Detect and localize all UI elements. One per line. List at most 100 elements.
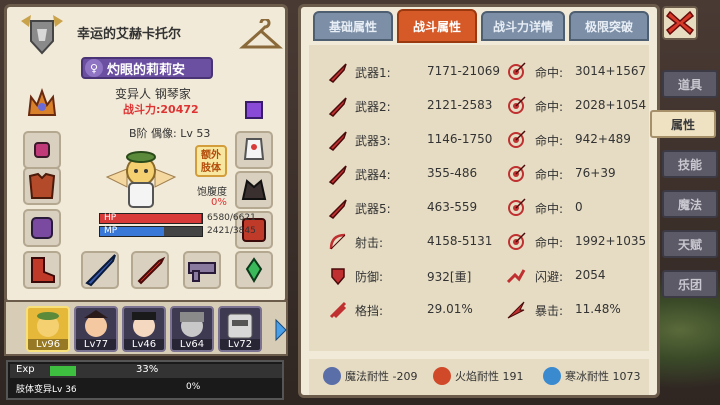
side-item-attributes[interactable]: 属性 xyxy=(650,110,716,138)
equip-slot-charm[interactable] xyxy=(235,251,273,289)
stat-value-secondary: 942+489 xyxy=(575,132,631,146)
equip-slot-weapon3[interactable] xyxy=(183,251,221,289)
tab-power-details[interactable]: 战斗力详情 xyxy=(481,11,565,41)
equip-slot-helmet[interactable] xyxy=(23,85,61,123)
target-icon xyxy=(508,130,526,148)
hero-sprite xyxy=(105,151,177,208)
equip-slot-armor[interactable] xyxy=(23,167,61,205)
target-icon xyxy=(508,164,526,182)
combat-power: 战斗力:20472 xyxy=(123,103,199,116)
stat-name: 武器1: xyxy=(355,66,391,80)
armor-icon xyxy=(28,172,56,199)
side-item-magic[interactable]: 魔法 xyxy=(662,190,718,218)
equip-slot-gloves[interactable] xyxy=(23,209,61,247)
stat-row: 防御: 932[重] 闪避: 2054 xyxy=(309,261,649,291)
stats-panel: 基础属性 战斗属性 战斗力详情 极限突破 武器1: 7171-21069 命中: 30… xyxy=(298,4,660,398)
block-icon xyxy=(329,301,347,319)
equip-slot-boots[interactable] xyxy=(23,251,61,289)
team-member-level: Lv77 xyxy=(76,339,116,350)
resist-ice: 寒冰耐性 1073 xyxy=(543,367,641,385)
mp-value: 2421/3845 xyxy=(207,226,256,236)
fire-icon xyxy=(433,367,451,385)
stat-row: 武器3: 1146-1750 命中: 942+489 xyxy=(309,125,649,155)
team-member-level: Lv46 xyxy=(124,339,164,350)
stat-value: 355-486 xyxy=(427,166,478,180)
mp-label: MP xyxy=(104,226,118,236)
stat-value-secondary: 2028+1054 xyxy=(575,98,647,112)
stat-name-secondary: 命中: xyxy=(535,134,564,148)
portrait-2-icon xyxy=(84,310,108,337)
team-member-2[interactable]: Lv77 xyxy=(74,306,118,352)
character-name-plate: ♀ 灼眼的莉莉安 xyxy=(81,57,213,79)
potion-charm-icon xyxy=(245,257,263,283)
team-member-level: Lv64 xyxy=(172,339,212,350)
stat-name: 武器5: xyxy=(355,202,391,216)
resist-magic: 魔法耐性 -209 xyxy=(323,367,417,385)
equip-slot-amulet[interactable] xyxy=(23,131,61,169)
side-item-items[interactable]: 道具 xyxy=(662,70,718,98)
side-item-talent[interactable]: 天赋 xyxy=(662,230,718,258)
character-name: 灼眼的莉莉安 xyxy=(107,62,186,78)
tab-combat-attributes[interactable]: 战斗属性 xyxy=(397,9,477,43)
necklace-icon xyxy=(34,142,50,158)
dodge-icon xyxy=(506,269,526,284)
stat-value-secondary: 11.48% xyxy=(575,302,621,316)
mp-bar: MP 2421/3845 xyxy=(99,226,256,237)
team-member-4[interactable]: Lv64 xyxy=(170,306,214,352)
red-sword-icon xyxy=(137,256,166,285)
stat-value: 7171-21069 xyxy=(427,64,501,78)
gender-icon: ♀ xyxy=(85,59,103,77)
stat-row: 武器5: 463-559 命中: 0 xyxy=(309,193,649,223)
stat-value-secondary: 1992+1035 xyxy=(575,234,647,248)
tab-basic-attributes[interactable]: 基础属性 xyxy=(313,11,393,41)
team-bar: Lv96 Lv77 Lv46 Lv64 Lv72 xyxy=(4,300,288,356)
portrait-4-icon xyxy=(180,312,204,337)
hp-bar: HP 6580/6621 xyxy=(99,213,256,224)
magic-icon xyxy=(323,367,341,385)
equip-slot-accessory[interactable] xyxy=(235,91,273,129)
team-next-arrow-icon[interactable] xyxy=(274,318,288,342)
resist-ice-text: 寒冰耐性 1073 xyxy=(565,370,641,383)
extra-body-button[interactable]: 额外 肢体 xyxy=(195,145,227,177)
gauntlet-icon xyxy=(31,217,53,239)
boots-icon xyxy=(31,257,55,283)
wardrobe-hanger-icon[interactable] xyxy=(239,19,283,55)
target-icon xyxy=(508,62,526,80)
character-title: 幸运的艾赫卡托尔 xyxy=(77,27,182,42)
stat-row: 武器4: 355-486 命中: 76+39 xyxy=(309,159,649,189)
portrait-3-icon xyxy=(132,312,156,337)
stat-value-secondary: 76+39 xyxy=(575,166,616,180)
stat-row: 射击: 4158-5131 命中: 1992+1035 xyxy=(309,227,649,257)
team-member-3[interactable]: Lv46 xyxy=(122,306,166,352)
close-button[interactable] xyxy=(662,6,698,40)
stat-name: 射击: xyxy=(355,236,384,250)
portrait-1-icon xyxy=(37,312,59,337)
sword-icon xyxy=(328,199,347,219)
tab-limit-break[interactable]: 极限突破 xyxy=(569,11,649,41)
equip-slot-shoulder[interactable] xyxy=(235,171,273,209)
team-member-1[interactable]: Lv96 xyxy=(26,306,70,352)
hp-track: HP xyxy=(99,213,203,224)
stat-name-secondary: 命中: xyxy=(535,202,564,216)
stat-value-secondary: 2054 xyxy=(575,268,606,282)
portrait-5-icon xyxy=(227,313,253,339)
stats-list: 武器1: 7171-21069 命中: 3014+1567 武器2: 2121-2583 命… xyxy=(309,45,649,351)
gun-icon xyxy=(188,262,216,282)
equip-slot-weapon1[interactable] xyxy=(81,251,119,289)
bow-icon xyxy=(329,233,346,250)
stat-value: 29.01% xyxy=(427,302,473,316)
side-item-band[interactable]: 乐团 xyxy=(662,270,718,298)
satiety-label: 饱腹度 xyxy=(197,187,227,198)
stat-name: 武器3: xyxy=(355,134,391,148)
hp-value: 6580/6621 xyxy=(207,213,256,223)
exp-area: Exp 33% 肢体变异Lv 36 0% xyxy=(6,360,284,400)
stat-name-secondary: 命中: xyxy=(535,100,564,114)
crit-icon xyxy=(507,301,525,319)
shield-icon xyxy=(331,268,345,286)
equip-slot-ring[interactable] xyxy=(235,131,273,169)
side-item-skills[interactable]: 技能 xyxy=(662,150,718,178)
equip-slot-weapon2[interactable] xyxy=(131,251,169,289)
stat-name-secondary: 命中: xyxy=(535,66,564,80)
rank-crest-icon xyxy=(21,15,63,55)
team-member-5[interactable]: Lv72 xyxy=(218,306,262,352)
